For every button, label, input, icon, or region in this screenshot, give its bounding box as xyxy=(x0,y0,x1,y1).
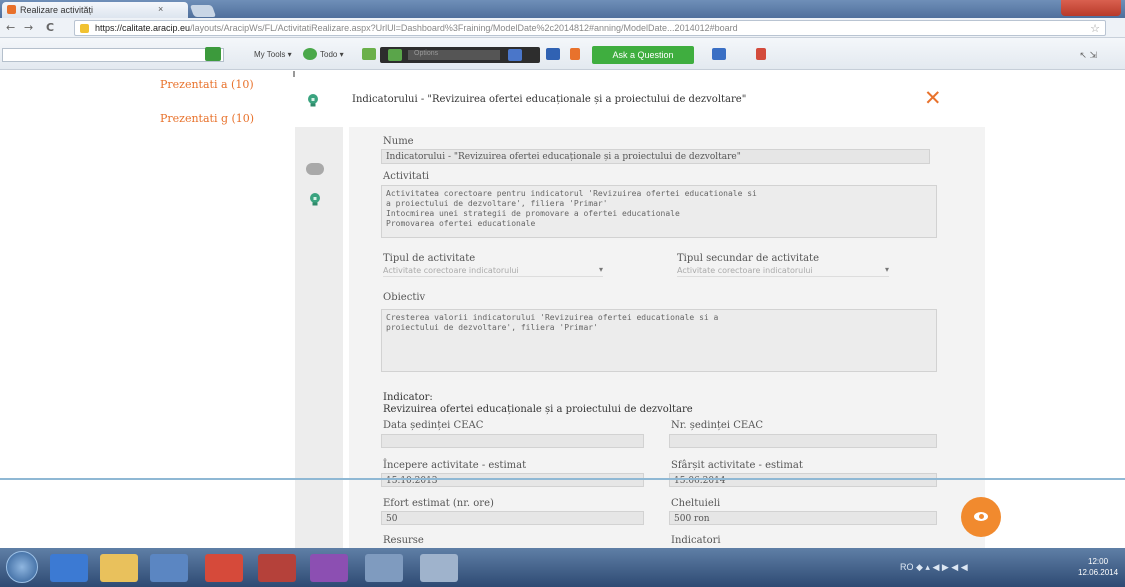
url-host: https://calitate.aracip.eu xyxy=(95,23,191,33)
todo-icon xyxy=(303,48,317,60)
start-label: Începere activitate - estimat xyxy=(383,460,527,471)
eye-button[interactable] xyxy=(961,497,1001,537)
address-bar[interactable]: https://calitate.aracip.eu/layouts/Araci… xyxy=(74,20,1106,36)
page-divider xyxy=(0,478,1125,480)
lock-icon xyxy=(80,24,89,33)
scrollbar-cap xyxy=(293,71,295,77)
start-button[interactable] xyxy=(6,551,38,583)
search-icon[interactable] xyxy=(508,49,522,61)
modal-side-rail xyxy=(295,127,343,557)
activities-line: a proiectului de dezvoltare', filiera 'P… xyxy=(386,199,608,208)
reload-button[interactable]: C xyxy=(46,21,54,34)
resources-label: Resurse xyxy=(383,535,424,546)
taskbar-ie-icon[interactable] xyxy=(50,554,88,582)
objective-label: Obiectiv xyxy=(383,292,426,303)
ask-question-button[interactable]: Ask a Question xyxy=(592,46,694,64)
browser-tab[interactable]: Realizare activități × xyxy=(2,2,188,18)
ceac-nr-field[interactable] xyxy=(669,434,937,448)
activity-form: Nume Indicatorului - "Revizuirea ofertei… xyxy=(349,127,985,557)
toolbar-resize-icon[interactable]: ↖ ⇲ xyxy=(1079,50,1097,61)
secondary-type-value: Activitate corectoare indicatorului xyxy=(677,266,813,275)
objective-field[interactable]: Cresterea valorii indicatorului 'Revizui… xyxy=(381,309,937,372)
toolbar-search-input[interactable]: Options xyxy=(408,50,500,60)
toolbar-green-icon[interactable] xyxy=(205,47,221,61)
sidebar-link-1[interactable]: Prezentati a (10) xyxy=(160,78,254,91)
window-controls[interactable] xyxy=(1061,0,1121,16)
clock-date: 12.06.2014 xyxy=(1078,568,1119,577)
taskbar-explorer-icon[interactable] xyxy=(100,554,138,582)
taskbar-app-icon[interactable] xyxy=(310,554,348,582)
activities-line: Intocmirea unei strategii de promovare a… xyxy=(386,209,680,218)
tab-close-icon[interactable]: × xyxy=(158,4,163,14)
taskbar-app-icon[interactable] xyxy=(365,554,403,582)
cloud-icon[interactable] xyxy=(306,163,324,175)
lightbulb-icon xyxy=(307,93,319,112)
start-date-field[interactable]: 15.10.2013 xyxy=(381,473,644,487)
chevron-down-icon: ▾ xyxy=(884,265,889,274)
back-button[interactable]: ← xyxy=(6,21,15,34)
close-icon[interactable]: ✕ xyxy=(924,86,942,110)
activity-modal: Indicatorului - "Revizuirea ofertei educ… xyxy=(293,84,987,557)
mail-icon[interactable] xyxy=(570,48,580,60)
sidebar-link-2[interactable]: Prezentati g (10) xyxy=(160,112,254,125)
secondary-type-select[interactable]: Activitate corectoare indicatorului ▾ xyxy=(677,265,889,277)
addon-icon[interactable] xyxy=(362,48,376,60)
ceac-nr-label: Nr. ședinței CEAC xyxy=(671,420,764,431)
site-favicon-icon xyxy=(7,5,16,14)
search-engine-icon xyxy=(388,49,402,61)
indicator-label: Indicator: xyxy=(383,392,433,403)
activities-line: Promovarea ofertei educationale xyxy=(386,219,536,228)
new-tab-button[interactable] xyxy=(189,5,217,17)
end-label: Sfârșit activitate - estimat xyxy=(671,460,803,471)
lightbulb-icon[interactable] xyxy=(309,192,321,211)
objective-line: proiectului de dezvoltare', filiera 'Pri… xyxy=(386,323,598,332)
name-field[interactable]: Indicatorului - "Revizuirea ofertei educ… xyxy=(381,149,930,164)
my-tools-menu[interactable]: My Tools ▾ xyxy=(254,50,292,59)
todo-menu[interactable]: Todo ▾ xyxy=(320,50,344,59)
taskbar-app-icon[interactable] xyxy=(150,554,188,582)
indicator-value: Revizuirea ofertei educaționale și a pro… xyxy=(383,404,693,415)
eye-icon xyxy=(974,512,988,521)
taskbar-chrome-icon[interactable] xyxy=(205,554,243,582)
end-date-field[interactable]: 15.06.2014 xyxy=(669,473,937,487)
clock-time: 12:00 xyxy=(1088,557,1109,566)
activities-line: Activitatea corectoare pentru indicatoru… xyxy=(386,189,757,198)
ceac-date-label: Data ședinței CEAC xyxy=(383,420,484,431)
url-path: /layouts/AracipWs/FL/ActivitatiRealizare… xyxy=(190,23,738,33)
modal-header: Indicatorului - "Revizuirea ofertei educ… xyxy=(293,84,987,114)
activity-type-value: Activitate corectoare indicatorului xyxy=(383,266,519,275)
cost-label: Cheltuieli xyxy=(671,498,721,509)
effort-label: Efort estimat (nr. ore) xyxy=(383,498,494,509)
browser-tab-strip: Realizare activități × xyxy=(0,0,1125,18)
activities-label: Activitati xyxy=(383,171,430,182)
system-tray[interactable]: RO ◆ ▴ ◀ ▶ ◀ ◀ xyxy=(900,562,968,573)
objective-line: Cresterea valorii indicatorului 'Revizui… xyxy=(386,313,719,322)
taskbar-app-icon[interactable] xyxy=(420,554,458,582)
toolbar-combo[interactable]: ▾ xyxy=(2,48,224,62)
addon-toolbar: ▾ My Tools ▾ Todo ▾ Options Ask a Questi… xyxy=(0,38,1125,70)
name-label: Nume xyxy=(383,136,414,147)
toolbar-search-box[interactable]: Options xyxy=(380,47,540,63)
effort-field[interactable]: 50 xyxy=(381,511,644,525)
taskbar-firefox-icon[interactable] xyxy=(258,554,296,582)
secondary-type-label: Tipul secundar de activitate xyxy=(677,253,819,264)
activities-field[interactable]: Activitatea corectoare pentru indicatoru… xyxy=(381,185,937,238)
browser-nav-bar: ← → C https://calitate.aracip.eu/layouts… xyxy=(0,18,1125,38)
windows-taskbar: RO ◆ ▴ ◀ ▶ ◀ ◀ 12:00 12.06.2014 xyxy=(0,548,1125,587)
modal-title: Indicatorului - "Revizuirea ofertei educ… xyxy=(352,94,747,105)
facebook-icon[interactable] xyxy=(712,48,726,60)
page-content: Prezentati a (10) Prezentati g (10) Indi… xyxy=(0,71,1125,557)
cost-field[interactable]: 500 ron xyxy=(669,511,937,525)
bookmark-star-icon[interactable]: ☆ xyxy=(1090,22,1100,35)
weather-icon[interactable] xyxy=(546,48,560,60)
activity-type-label: Tipul de activitate xyxy=(383,253,476,264)
pdf-icon[interactable] xyxy=(756,48,766,60)
activity-type-select[interactable]: Activitate corectoare indicatorului ▾ xyxy=(383,265,603,277)
forward-button[interactable]: → xyxy=(24,21,33,34)
indicators-label: Indicatori xyxy=(671,535,721,546)
chevron-down-icon: ▾ xyxy=(598,265,603,274)
ceac-date-field[interactable] xyxy=(381,434,644,448)
tab-title: Realizare activități xyxy=(20,5,94,15)
taskbar-clock[interactable]: 12:00 12.06.2014 xyxy=(1078,556,1118,578)
